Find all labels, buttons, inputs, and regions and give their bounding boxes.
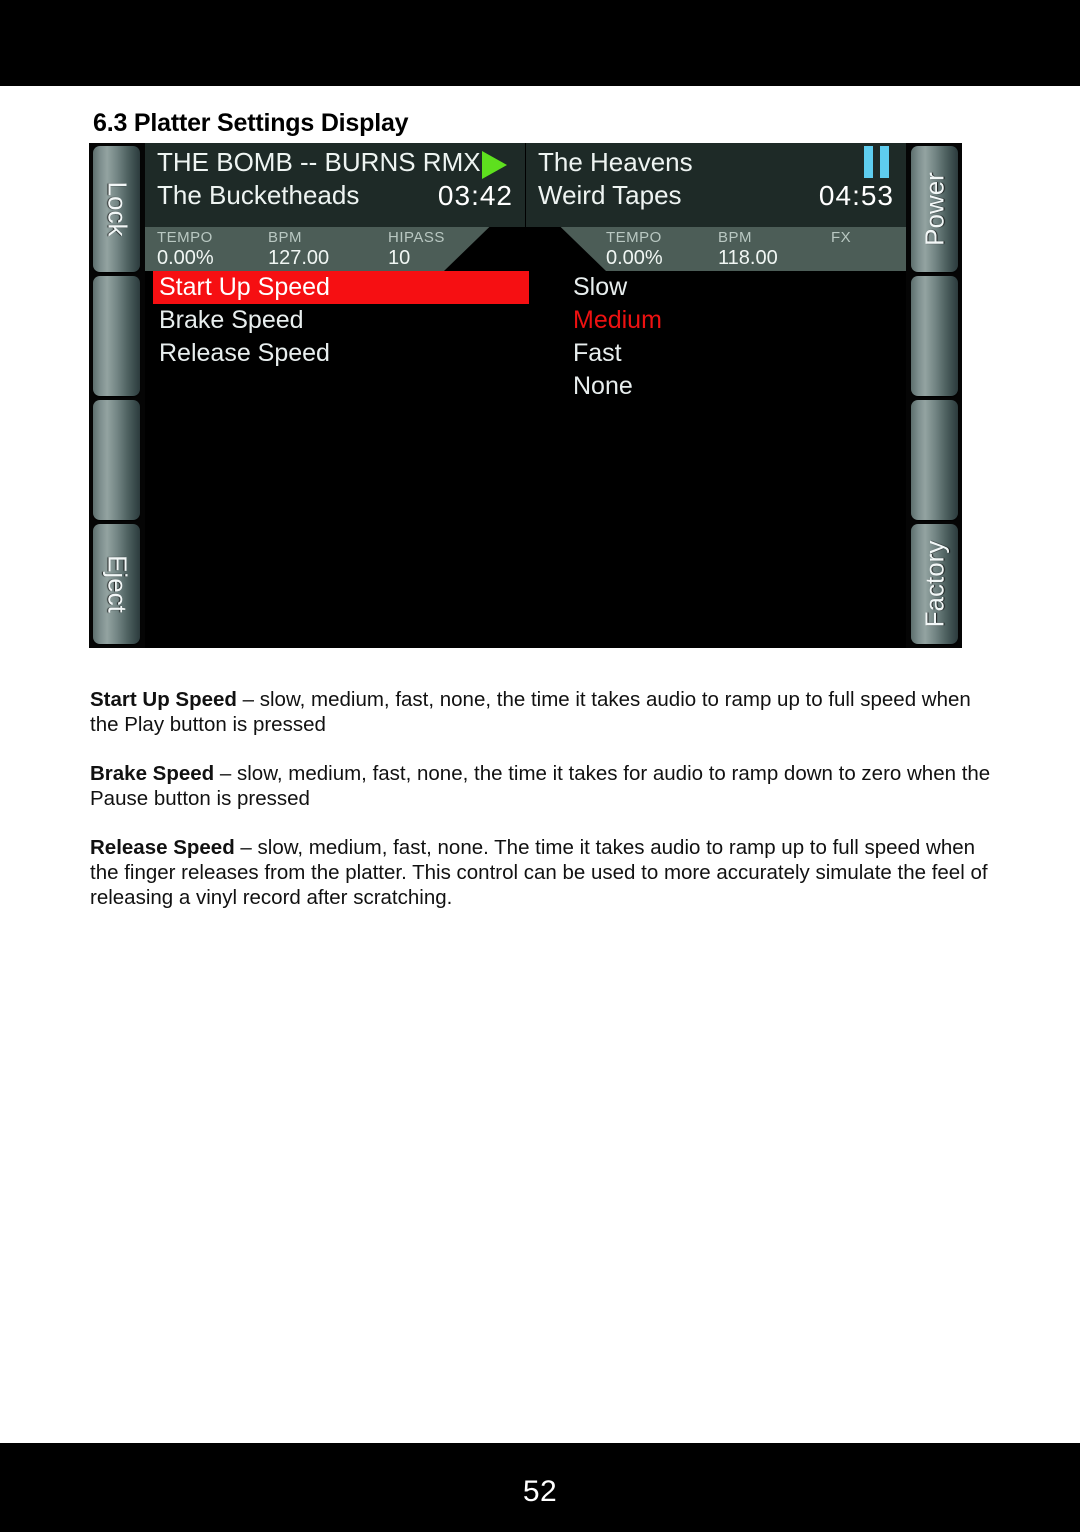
page-number: 52 <box>522 1475 558 1508</box>
deck-a-meta-bpm-value: 127.00 <box>268 247 330 269</box>
deck-a-meta-hipass-label: HIPASS <box>388 229 445 246</box>
paragraph-release-speed: Release Speed – slow, medium, fast, none… <box>90 835 994 910</box>
play-icon <box>482 151 507 179</box>
menu-item-brake-speed[interactable]: Brake Speed <box>153 304 533 337</box>
deck-b-meta-bpm-label: BPM <box>718 229 753 246</box>
deck-a-meta-tempo-value: 0.00% <box>157 247 214 269</box>
page-title: 6.3 Platter Settings Display <box>93 109 409 137</box>
deck-b-meta-tempo: TEMPO 0.00% <box>606 229 663 269</box>
paragraph-brake-speed: Brake Speed – slow, medium, fast, none, … <box>90 761 994 811</box>
option-fast[interactable]: Fast <box>573 337 873 370</box>
settings-item-list: Start Up Speed Brake Speed Release Speed <box>153 271 533 370</box>
rail-button-lock[interactable]: Lock <box>93 146 140 272</box>
deck-a-track-artist: The Bucketheads <box>157 180 360 210</box>
deck-b-track-title: The Heavens <box>538 147 693 177</box>
rail-button-factory-label: Factory <box>919 540 949 628</box>
deck-b-meta-fx: FX <box>831 229 851 247</box>
lcd-screen: THE BOMB -- BURNS RMX The Bucketheads 03… <box>145 143 906 648</box>
paragraph-start-up-speed: Start Up Speed – slow, medium, fast, non… <box>90 687 994 737</box>
platter-settings-display-screenshot: Lock Eject Power Factory THE BOMB -- BUR… <box>89 143 962 648</box>
deck-a-meta-tempo-label: TEMPO <box>157 229 213 246</box>
term-release-speed: Release Speed <box>90 835 235 859</box>
rail-button-right-3[interactable] <box>911 400 958 520</box>
deck-a-track-title: THE BOMB -- BURNS RMX <box>157 147 481 177</box>
rail-button-eject[interactable]: Eject <box>93 524 140 644</box>
desc-brake-speed: – slow, medium, fast, none, the time it … <box>90 761 991 810</box>
deck-a-meta-hipass-value: 10 <box>388 247 411 269</box>
deck-b-track-artist: Weird Tapes <box>538 180 682 210</box>
rail-button-right-2[interactable] <box>911 276 958 396</box>
rail-button-power-label: Power <box>919 172 949 246</box>
deck-b-meta-tempo-label: TEMPO <box>606 229 662 246</box>
term-brake-speed: Brake Speed <box>90 761 215 785</box>
deck-b-meta-bpm: BPM 118.00 <box>718 229 778 269</box>
deck-b-meta-tempo-value: 0.00% <box>606 247 663 269</box>
rail-button-factory[interactable]: Factory <box>911 524 958 644</box>
option-none[interactable]: None <box>573 370 873 403</box>
deck-a-meta-hipass: HIPASS 10 <box>388 229 445 269</box>
platter-settings-menu: Start Up Speed Brake Speed Release Speed… <box>145 271 906 648</box>
deck-a-time: 03:42 <box>437 180 513 211</box>
deck-a-meta-bpm-label: BPM <box>268 229 303 246</box>
deck-a-title-area: THE BOMB -- BURNS RMX The Bucketheads 03… <box>145 143 525 227</box>
menu-item-start-up-speed[interactable]: Start Up Speed <box>153 271 529 304</box>
option-slow[interactable]: Slow <box>573 271 873 304</box>
term-start-up-speed: Start Up Speed <box>90 687 237 711</box>
deck-a-meta-bpm: BPM 127.00 <box>268 229 329 269</box>
rail-button-left-2[interactable] <box>93 276 140 396</box>
deck-b-meta-bpm-value: 118.00 <box>718 247 778 269</box>
option-medium[interactable]: Medium <box>573 304 873 337</box>
deck-separator-stem <box>525 227 526 271</box>
menu-item-release-speed[interactable]: Release Speed <box>153 337 533 370</box>
deck-b-meta-fx-label: FX <box>831 229 852 246</box>
rail-button-eject-label: Eject <box>102 555 132 613</box>
top-black-band <box>0 0 1080 86</box>
pause-icon <box>864 146 890 178</box>
rail-button-lock-label: Lock <box>102 181 132 237</box>
rail-button-left-3[interactable] <box>93 400 140 520</box>
deck-b-title-area: The Heavens Weird Tapes 04:53 <box>526 143 906 227</box>
deck-b-time: 04:53 <box>818 180 894 211</box>
deck-a-meta-tempo: TEMPO 0.00% <box>157 229 214 269</box>
settings-option-list: Slow Medium Fast None <box>573 271 873 403</box>
rail-button-power[interactable]: Power <box>911 146 958 272</box>
